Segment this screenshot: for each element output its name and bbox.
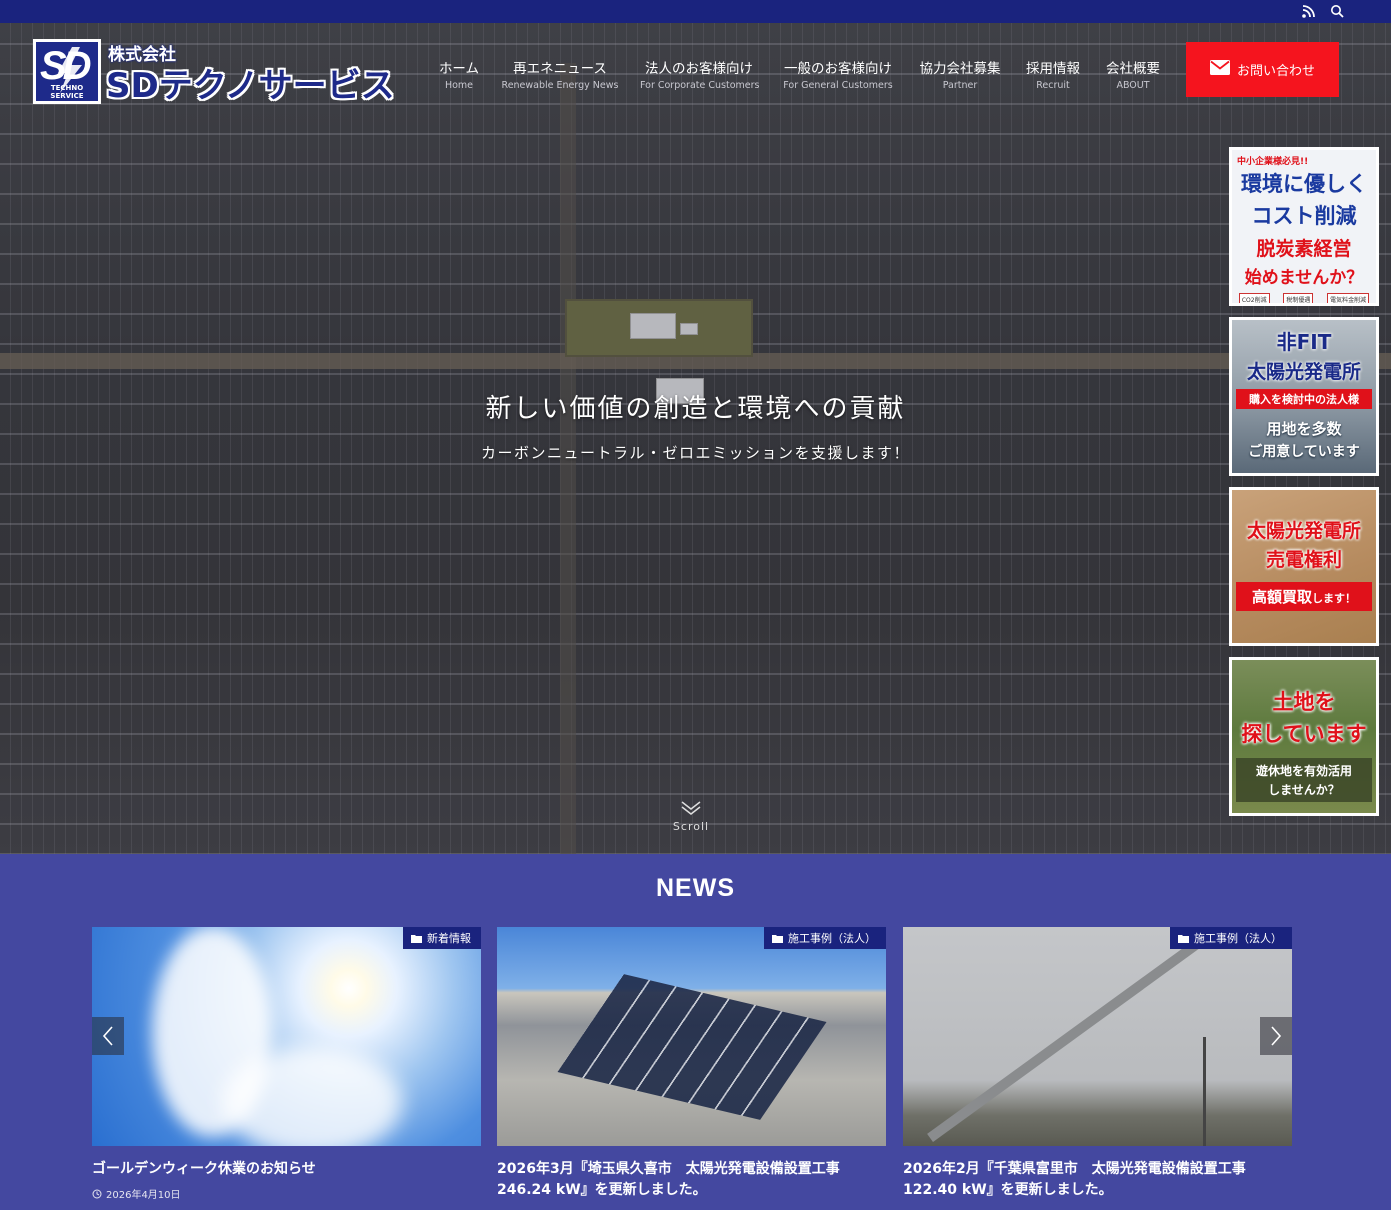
news-card-title[interactable]: ゴールデンウィーク休業のお知らせ — [92, 1159, 481, 1180]
news-card-image: 施工事例（法人） — [903, 927, 1292, 1146]
solar-panels-shape — [557, 974, 827, 1120]
hero-overlay — [0, 23, 1391, 854]
nav-item-sublabel: For General Customers — [783, 80, 893, 91]
nav-item-general[interactable]: 一般のお客様向け For General Customers — [779, 57, 897, 91]
banner-text: 脱炭素経営 — [1256, 238, 1352, 260]
nav-item-corporate[interactable]: 法人のお客様向け For Corporate Customers — [640, 57, 760, 91]
chevron-left-icon — [102, 1026, 113, 1046]
nav-item-recruit[interactable]: 採用情報 Recruit — [1023, 57, 1083, 91]
contact-button[interactable]: お問い合わせ — [1186, 42, 1339, 97]
banner-text: コスト削減 — [1251, 204, 1357, 228]
nav-item-label: 協力会社募集 — [919, 61, 1001, 77]
hero-section — [0, 23, 1391, 854]
banner-text: します！ — [1312, 592, 1356, 605]
nav-item-sublabel: For Corporate Customers — [640, 80, 760, 91]
news-card-date-text: 2026年4月10日 — [106, 1190, 181, 1201]
nav-item-sublabel: ABOUT — [1116, 80, 1150, 91]
news-card[interactable]: 新着情報 ゴールデンウィーク休業のお知らせ 2026年4月10日 — [92, 927, 481, 1201]
banner-power-rights[interactable]: 太陽光発電所 売電権利 高額買取します！ — [1229, 487, 1379, 646]
nav-item-label: 会社概要 — [1106, 61, 1160, 77]
logo-mark-text: TECHNO SERVICE — [50, 84, 84, 100]
news-card-category-label: 新着情報 — [427, 932, 471, 945]
banner-text: 中小企業様必見!! — [1237, 157, 1309, 167]
nav-item-label: 法人のお客様向け — [645, 61, 753, 77]
contact-button-label: お問い合わせ — [1236, 64, 1315, 79]
folder-icon — [772, 934, 783, 943]
news-card-title[interactable]: 2026年3月『埼玉県久喜市 太陽光発電設備設置工事 246.24 kW』を更新… — [497, 1159, 886, 1201]
hero-title: 新しい価値の創造と環境への貢献 — [485, 394, 906, 424]
nav-item-home[interactable]: ホーム Home — [437, 57, 481, 91]
mail-icon — [1209, 60, 1230, 79]
nav-item-sublabel: Recruit — [1036, 80, 1070, 91]
banner-text: 高額買取 — [1251, 588, 1312, 606]
chevron-right-icon — [1271, 1026, 1282, 1046]
carousel-next-button[interactable] — [1260, 1017, 1292, 1055]
news-card[interactable]: 施工事例（法人） 2026年2月『千葉県富里市 太陽光発電設備設置工事 122.… — [903, 927, 1292, 1201]
news-card-title[interactable]: 2026年2月『千葉県富里市 太陽光発電設備設置工事 122.40 kW』を更新… — [903, 1159, 1292, 1201]
folder-icon — [411, 934, 422, 943]
news-card-category-label: 施工事例（法人） — [1194, 932, 1282, 945]
search-icon[interactable] — [1330, 4, 1345, 19]
cloud-shape — [222, 1047, 402, 1146]
news-card-date: 2026年4月10日 — [92, 1186, 481, 1201]
carousel-prev-button[interactable] — [92, 1017, 124, 1055]
news-card-category-label: 施工事例（法人） — [788, 932, 876, 945]
banner-text: 購入を検討中の法人様 — [1236, 389, 1372, 409]
news-card-category[interactable]: 施工事例（法人） — [1170, 927, 1292, 949]
news-card-category[interactable]: 施工事例（法人） — [764, 927, 886, 949]
banner-tag: 電気料金削減 — [1327, 293, 1370, 303]
banner-text: 用地を多数 — [1266, 420, 1342, 438]
banner-text: しませんか？ — [1268, 783, 1340, 797]
nav-item-partner[interactable]: 協力会社募集 Partner — [916, 57, 1004, 91]
banner-tag: CO2削減 — [1238, 293, 1270, 303]
rss-icon[interactable] — [1301, 4, 1316, 19]
nav-item-sublabel: Home — [444, 80, 474, 91]
banner-decarbonization[interactable]: 中小企業様必見!! 環境に優しく コスト削減 脱炭素経営 始めませんか？ CO2… — [1229, 147, 1379, 306]
nav-item-sublabel: Partner — [942, 80, 978, 91]
nav-item-sublabel: Renewable Energy News — [501, 80, 619, 91]
banner-text: 太陽光発電所 — [1246, 520, 1361, 542]
news-card-image: 新着情報 — [92, 927, 481, 1146]
banner-tag-row: CO2削減 税制優遇 電気料金削減 — [1232, 293, 1376, 303]
chevron-down-icon — [681, 801, 701, 815]
banner-highlight: 遊休地を有効活用 しませんか？ — [1236, 758, 1372, 802]
banner-text: ご用意しています — [1248, 444, 1360, 460]
scroll-label: Scroll — [672, 820, 710, 833]
banner-land-search[interactable]: 土地を 探しています 遊休地を有効活用 しませんか？ — [1229, 657, 1379, 816]
top-bar — [0, 0, 1391, 23]
banner-text: 探しています — [1241, 722, 1367, 746]
nav-item-label: 採用情報 — [1026, 61, 1080, 77]
scroll-indicator[interactable]: Scroll — [660, 800, 722, 833]
nav-item-label: 再エネニュース — [513, 61, 607, 77]
banner-tag: 税制優遇 — [1283, 293, 1314, 303]
banner-text: 土地を — [1272, 690, 1336, 714]
banner-text: 遊休地を有効活用 — [1255, 764, 1352, 778]
banner-text: 始めませんか？ — [1244, 268, 1364, 288]
clock-icon — [92, 1189, 102, 1198]
news-card[interactable]: 施工事例（法人） 2026年3月『埼玉県久喜市 太陽光発電設備設置工事 246.… — [497, 927, 886, 1201]
banner-text: 売電権利 — [1265, 549, 1342, 571]
nav-item-about[interactable]: 会社概要 ABOUT — [1103, 57, 1163, 91]
logo-company-name[interactable]: SDテクノサービス — [106, 58, 395, 107]
banner-text: 太陽光発電所 — [1246, 361, 1361, 383]
news-card-category[interactable]: 新着情報 — [403, 927, 481, 949]
nav-item-label: 一般のお客様向け — [784, 61, 892, 77]
news-card-image: 施工事例（法人） — [497, 927, 886, 1146]
crane-boom-shape — [927, 934, 1209, 1142]
folder-icon — [1178, 934, 1189, 943]
banner-highlight: 高額買取します！ — [1236, 582, 1372, 611]
nav-item-news[interactable]: 再エネニュース Renewable Energy News — [501, 57, 619, 91]
banner-non-fit[interactable]: 非FIT 太陽光発電所 購入を検討中の法人様 用地を多数 ご用意しています — [1229, 317, 1379, 476]
logo-mark[interactable]: SD TECHNO SERVICE — [33, 39, 101, 104]
news-heading: NEWS — [656, 874, 735, 902]
nav-item-label: ホーム — [438, 61, 480, 77]
banner-text: 環境に優しく — [1241, 172, 1367, 196]
banner-text: 非FIT — [1276, 330, 1332, 354]
utility-pole-shape — [1203, 1037, 1206, 1146]
hero-subtitle: カーボンニュートラル・ゼロエミッションを支援します！ — [480, 444, 910, 462]
